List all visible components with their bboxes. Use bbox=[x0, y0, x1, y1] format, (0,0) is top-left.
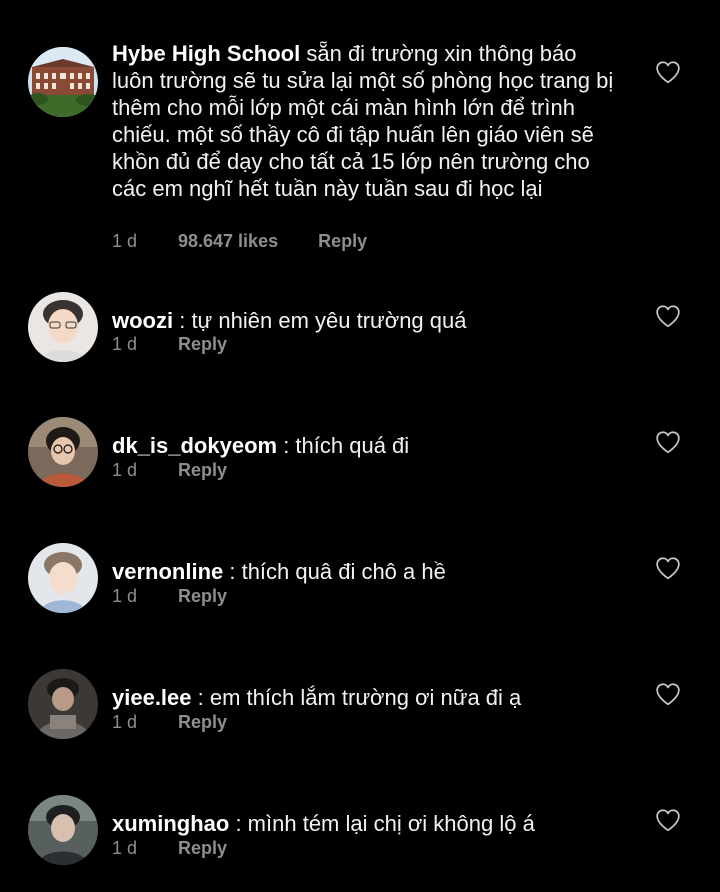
comment-time: 1 d bbox=[112, 586, 138, 606]
comment-meta: 1 d Reply bbox=[112, 838, 227, 859]
comment-username[interactable]: Hybe High School bbox=[112, 41, 300, 66]
heart-outline-icon[interactable] bbox=[655, 556, 681, 580]
comment-item: Hybe High School sẵn đi trường xin thông… bbox=[0, 0, 720, 270]
avatar[interactable] bbox=[28, 543, 98, 613]
comment-text: yiee.lee : em thích lắm trường ơi nữa đi… bbox=[112, 684, 622, 711]
comment-body: : em thích lắm trường ơi nữa đi ạ bbox=[191, 685, 522, 710]
person-avatar-image bbox=[28, 543, 98, 613]
comment-meta: 1 d Reply bbox=[112, 586, 227, 607]
comment-item: xuminghao : mình tém lại chị ơi không lộ… bbox=[0, 794, 720, 874]
comment-meta: 1 d 98.647 likes Reply bbox=[112, 231, 367, 252]
comment-item: dk_is_dokyeom : thích quá đi 1 d Reply bbox=[0, 416, 720, 496]
avatar[interactable] bbox=[28, 47, 98, 117]
person-avatar-image bbox=[28, 417, 98, 487]
comment-body: : tự nhiên em yêu trường quá bbox=[173, 308, 467, 333]
comment-body: : thích quâ đi chô a hề bbox=[223, 559, 446, 584]
heart-outline-icon[interactable] bbox=[655, 430, 681, 454]
comment-username[interactable]: woozi bbox=[112, 308, 173, 333]
comment-item: yiee.lee : em thích lắm trường ơi nữa đi… bbox=[0, 668, 720, 748]
comment-time: 1 d bbox=[112, 838, 138, 858]
comment-text: xuminghao : mình tém lại chị ơi không lộ… bbox=[112, 810, 622, 837]
avatar[interactable] bbox=[28, 417, 98, 487]
comment-text: vernonline : thích quâ đi chô a hề bbox=[112, 558, 622, 585]
heart-outline-icon[interactable] bbox=[655, 304, 681, 328]
comment-time: 1 d bbox=[112, 231, 138, 251]
reply-button[interactable]: Reply bbox=[178, 712, 227, 733]
comment-username[interactable]: vernonline bbox=[112, 559, 223, 584]
comment-likes[interactable]: 98.647 likes bbox=[178, 231, 278, 252]
heart-outline-icon[interactable] bbox=[655, 60, 681, 84]
person-avatar-image bbox=[28, 669, 98, 739]
comment-time: 1 d bbox=[112, 712, 138, 732]
comment-text: Hybe High School sẵn đi trường xin thông… bbox=[112, 40, 622, 202]
avatar[interactable] bbox=[28, 795, 98, 865]
person-avatar-image bbox=[28, 292, 98, 362]
comment-meta: 1 d Reply bbox=[112, 712, 227, 733]
comment-body: : mình tém lại chị ơi không lộ á bbox=[229, 811, 535, 836]
comment-username[interactable]: yiee.lee bbox=[112, 685, 192, 710]
heart-outline-icon[interactable] bbox=[655, 808, 681, 832]
building-avatar-image bbox=[28, 47, 98, 117]
reply-button[interactable]: Reply bbox=[178, 460, 227, 481]
reply-button[interactable]: Reply bbox=[178, 334, 227, 355]
reply-button[interactable]: Reply bbox=[318, 231, 367, 252]
comment-item: woozi : tự nhiên em yêu trường quá 1 d Re… bbox=[0, 290, 720, 370]
comment-time: 1 d bbox=[112, 334, 138, 354]
comment-username[interactable]: xuminghao bbox=[112, 811, 229, 836]
reply-button[interactable]: Reply bbox=[178, 586, 227, 607]
comment-meta: 1 d Reply bbox=[112, 334, 227, 355]
comment-username[interactable]: dk_is_dokyeom bbox=[112, 433, 277, 458]
comment-item: vernonline : thích quâ đi chô a hề 1 d Re… bbox=[0, 542, 720, 622]
comment-text: woozi : tự nhiên em yêu trường quá bbox=[112, 307, 622, 334]
comment-text: dk_is_dokyeom : thích quá đi bbox=[112, 432, 622, 459]
person-avatar-image bbox=[28, 795, 98, 865]
comment-meta: 1 d Reply bbox=[112, 460, 227, 481]
avatar[interactable] bbox=[28, 669, 98, 739]
avatar[interactable] bbox=[28, 292, 98, 362]
heart-outline-icon[interactable] bbox=[655, 682, 681, 706]
comment-body: : thích quá đi bbox=[277, 433, 410, 458]
comment-time: 1 d bbox=[112, 460, 138, 480]
reply-button[interactable]: Reply bbox=[178, 838, 227, 859]
